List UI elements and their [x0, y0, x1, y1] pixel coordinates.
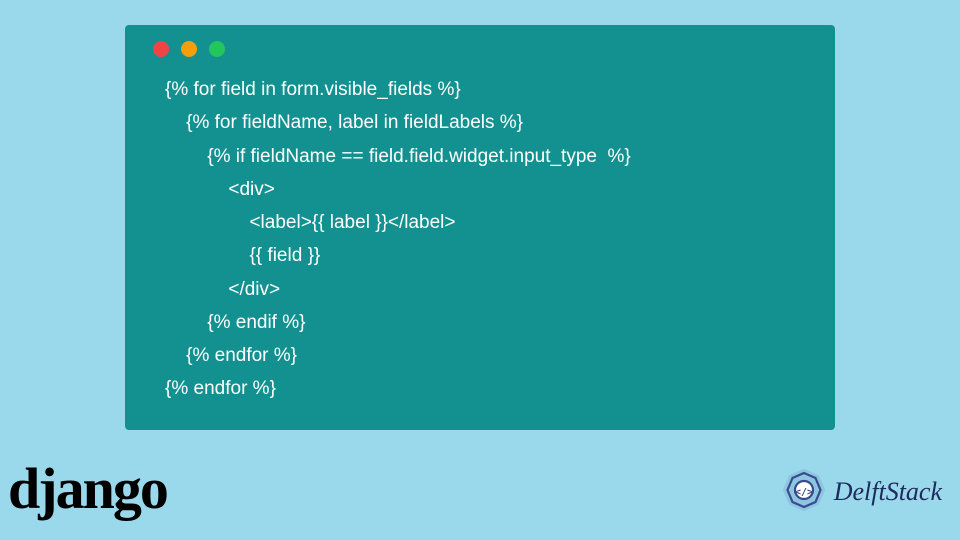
django-logo: django — [8, 455, 167, 522]
minimize-icon — [181, 41, 197, 57]
code-block: {% for field in form.visible_fields %} {… — [165, 73, 811, 406]
maximize-icon — [209, 41, 225, 57]
svg-text:</>: </> — [795, 487, 813, 498]
code-window: {% for field in form.visible_fields %} {… — [125, 25, 835, 430]
window-traffic-lights — [153, 41, 811, 57]
delftstack-text: DelftStack — [834, 477, 942, 507]
delftstack-logo: </> DelftStack — [780, 468, 942, 516]
delftstack-icon: </> — [780, 468, 828, 516]
close-icon — [153, 41, 169, 57]
